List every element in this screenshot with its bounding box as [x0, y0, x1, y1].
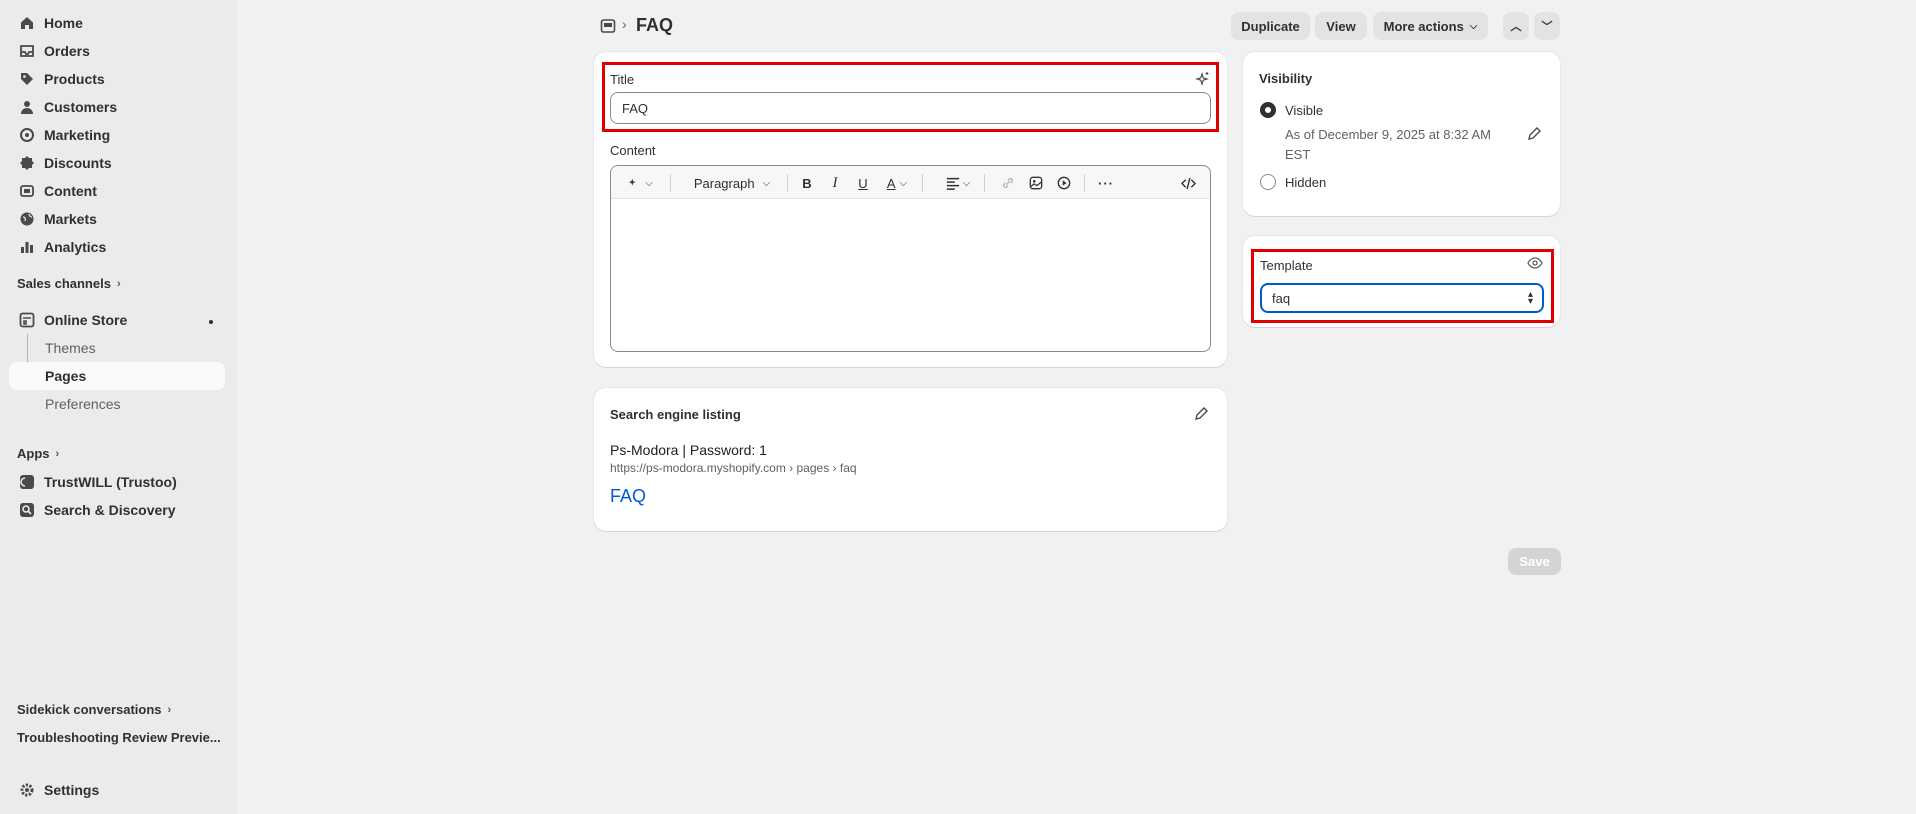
toolbar-divider: [984, 174, 985, 192]
chevron-right-icon: ›: [55, 447, 60, 460]
sidebar-item-analytics[interactable]: Analytics: [9, 233, 225, 260]
store-icon: [19, 312, 35, 328]
inbox-icon: [19, 43, 35, 59]
image-icon[interactable]: [1028, 174, 1044, 192]
sidebar-item-settings[interactable]: Settings: [9, 776, 225, 803]
paragraph-select[interactable]: Paragraph ⌵: [687, 174, 777, 192]
sidebar-item-online-store[interactable]: Online Store: [9, 306, 225, 333]
code-view-icon[interactable]: [1178, 174, 1198, 192]
sidekick-conversation-item[interactable]: Troubleshooting Review Previe...: [17, 730, 221, 745]
ai-generate-icon[interactable]: ⌵: [623, 174, 657, 192]
sidebar-item-marketing[interactable]: Marketing: [9, 121, 225, 148]
italic-icon[interactable]: I: [827, 174, 843, 192]
toolbar-divider: [922, 174, 923, 192]
home-icon: [19, 15, 35, 31]
sidebar: Home Orders Products Customers Marketing…: [0, 0, 237, 814]
toolbar-divider: [1084, 174, 1085, 192]
magic-sparkle-icon[interactable]: [1194, 71, 1210, 87]
edit-seo-pencil-icon[interactable]: [1193, 406, 1209, 422]
breadcrumb-separator: ›: [622, 16, 627, 32]
hidden-radio[interactable]: [1260, 174, 1276, 190]
duplicate-button[interactable]: Duplicate: [1231, 12, 1310, 40]
toolbar-divider: [787, 174, 788, 192]
link-icon[interactable]: [1000, 174, 1016, 192]
gear-icon: [19, 782, 35, 798]
chevron-down-icon: ⌵: [1469, 20, 1478, 32]
sidebar-item-search-discovery[interactable]: Search & Discovery: [9, 496, 225, 523]
discount-icon: [19, 155, 35, 171]
more-actions-button[interactable]: More actions ⌵: [1373, 12, 1488, 40]
underline-icon[interactable]: U: [855, 174, 871, 192]
chevron-right-icon: ›: [167, 703, 172, 716]
bar-chart-icon: [19, 239, 35, 255]
next-page-button[interactable]: ﹀: [1534, 12, 1560, 40]
search-app-icon: [19, 502, 35, 518]
sidebar-item-content[interactable]: Content: [9, 177, 225, 204]
globe-icon: [19, 211, 35, 227]
sidebar-item-markets[interactable]: Markets: [9, 205, 225, 232]
bold-icon[interactable]: B: [799, 174, 815, 192]
editor-toolbar: ⌵ Paragraph ⌵ B I U A ⌵ ⌵ ···: [611, 166, 1210, 199]
view-button[interactable]: View: [1315, 12, 1367, 40]
content-icon: [19, 183, 35, 199]
sidebar-item-pages[interactable]: Pages: [9, 362, 225, 390]
pages-breadcrumb-icon[interactable]: [600, 18, 616, 34]
apps-link[interactable]: Apps ›: [17, 446, 59, 461]
hidden-label[interactable]: Hidden: [1285, 175, 1326, 190]
target-icon: [19, 127, 35, 143]
toolbar-divider: [670, 174, 671, 192]
edit-visibility-date-pencil-icon[interactable]: [1526, 126, 1542, 142]
template-select[interactable]: faq ▴ ▾: [1260, 283, 1544, 313]
visible-radio[interactable]: [1260, 102, 1276, 118]
sidebar-item-themes[interactable]: Themes: [9, 334, 225, 362]
sidebar-item-products[interactable]: Products: [9, 65, 225, 92]
app-icon: [19, 474, 35, 490]
title-input[interactable]: FAQ: [610, 92, 1211, 124]
template-heading: Template: [1260, 258, 1313, 273]
chevron-down-icon: ﹀: [1541, 21, 1553, 33]
previous-page-button[interactable]: ︿: [1503, 12, 1529, 40]
status-dot: [209, 320, 213, 324]
tag-icon: [19, 71, 35, 87]
save-button[interactable]: Save: [1508, 548, 1561, 575]
visibility-heading: Visibility: [1259, 71, 1313, 86]
more-options-icon[interactable]: ···: [1096, 174, 1116, 192]
up-down-chevron-icon: ▴ ▾: [1527, 289, 1533, 307]
sidebar-item-customers[interactable]: Customers: [9, 93, 225, 120]
sidebar-item-discounts[interactable]: Discounts: [9, 149, 225, 176]
eye-icon[interactable]: [1527, 255, 1543, 271]
visible-date: As of December 9, 2025 at 8:32 AM: [1285, 127, 1491, 142]
seo-store-title: Ps-Modora | Password: 1: [610, 442, 767, 458]
sidebar-item-preferences[interactable]: Preferences: [9, 390, 225, 418]
seo-heading: Search engine listing: [610, 407, 741, 422]
chevron-right-icon: ›: [116, 277, 121, 290]
person-icon: [19, 99, 35, 115]
sidekick-conversations-link[interactable]: Sidekick conversations ›: [17, 702, 171, 717]
sidebar-item-home[interactable]: Home: [9, 9, 225, 36]
sales-channels-link[interactable]: Sales channels ›: [17, 276, 121, 291]
seo-page-title: FAQ: [610, 486, 647, 506]
visible-timezone: EST: [1285, 147, 1311, 162]
video-icon[interactable]: [1056, 174, 1072, 192]
title-label: Title: [610, 72, 635, 87]
page-title: FAQ: [636, 15, 674, 35]
text-color-icon[interactable]: A ⌵: [881, 174, 913, 192]
seo-url: https://ps-modora.myshopify.com › pages …: [610, 461, 857, 475]
sidebar-item-orders[interactable]: Orders: [9, 37, 225, 64]
content-label: Content: [610, 143, 656, 158]
align-icon[interactable]: ⌵: [942, 174, 974, 192]
visible-label[interactable]: Visible: [1285, 103, 1323, 118]
chevron-up-icon: ︿: [1510, 21, 1522, 33]
sidebar-item-trustwill[interactable]: TrustWILL (Trustoo): [9, 468, 225, 495]
